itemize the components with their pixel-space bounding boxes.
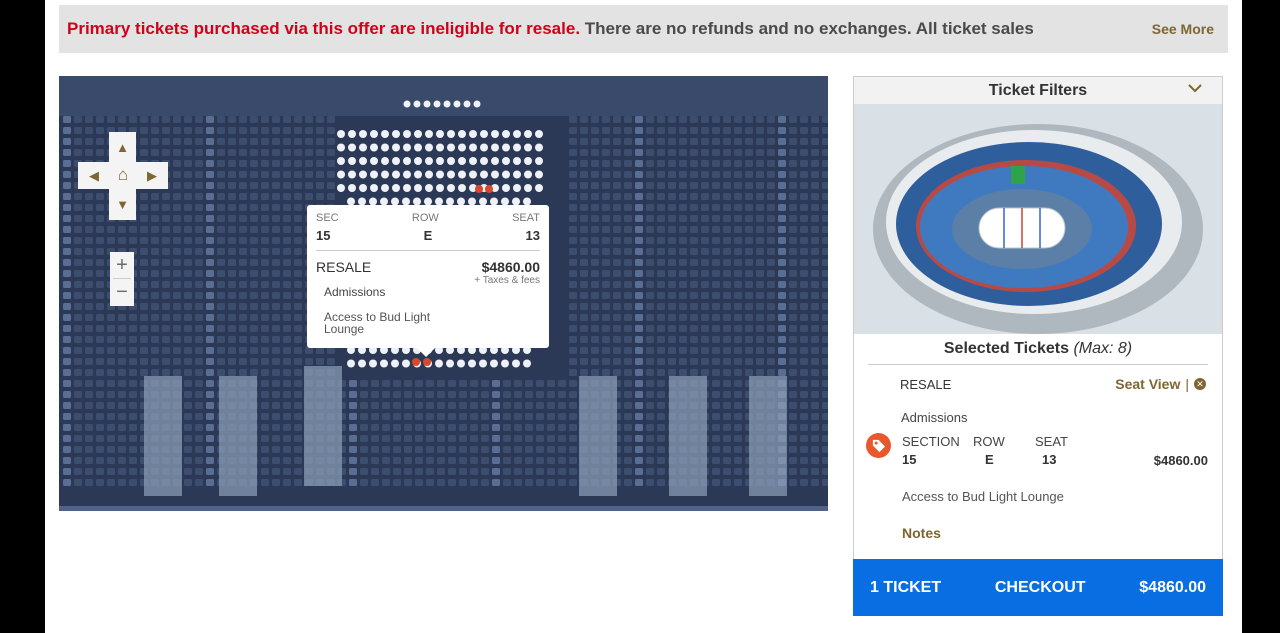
popup-taxes: + Taxes & fees: [474, 275, 540, 286]
popup-row-value: E: [423, 228, 433, 243]
ticket-count: 1 TICKET: [870, 578, 942, 596]
page: Primary tickets purchased via this offer…: [45, 0, 1242, 633]
pan-left-button[interactable]: ◀: [84, 165, 104, 186]
checkout-button[interactable]: 1 TICKET CHECKOUT $4860.00: [853, 559, 1223, 616]
popup-row-label: ROW: [411, 212, 439, 224]
popup-price: $4860.00: [481, 259, 540, 275]
zoom-controls: + −: [110, 252, 134, 306]
pan-right-button[interactable]: ▶: [142, 165, 162, 186]
checkout-label: CHECKOUT: [994, 578, 1086, 596]
seat-map[interactable]: ▲ ◀ ⌂ ▶ ▼ + − SEC ROW SEAT 15 E 13 RESAL…: [59, 76, 828, 511]
section-label: SECTION: [902, 434, 960, 449]
seat-view-separator: |: [1185, 376, 1189, 392]
chevron-down-icon[interactable]: [1188, 83, 1202, 93]
zoom-in-button[interactable]: +: [110, 252, 134, 278]
popup-seat-label: SEAT: [512, 212, 540, 224]
section-value: 15: [902, 452, 917, 467]
ticket-filters-panel: Ticket Filters Selected Tickets (Max: 8)…: [853, 76, 1223, 616]
pan-up-button[interactable]: ▲: [109, 132, 136, 162]
banner-highlight: Primary tickets purchased via this offer…: [67, 19, 581, 38]
popup-sec-value: 15: [316, 228, 331, 243]
selected-divider: [868, 364, 1208, 365]
seat-popup: SEC ROW SEAT 15 E 13 RESALE $4860.00 Adm…: [307, 205, 549, 357]
popup-location-labels: SEC ROW SEAT: [316, 212, 540, 224]
popup-price-row: RESALE $4860.00: [316, 259, 540, 275]
popup-seat-value: 13: [525, 228, 540, 243]
popup-divider: [316, 250, 540, 251]
popup-access: Access to Bud Light Lounge: [324, 310, 431, 336]
popup-admissions-row: Admissions + Taxes & fees: [316, 275, 540, 299]
row-label: ROW: [973, 434, 1005, 449]
selected-tickets-title: Selected Tickets: [943, 340, 1069, 357]
map-navigation: ▲ ◀ ⌂ ▶ ▼: [78, 132, 168, 220]
pan-down-button[interactable]: ▼: [109, 189, 136, 220]
popup-admissions: Admissions: [324, 285, 386, 299]
remove-icon[interactable]: ✕: [1194, 378, 1206, 390]
ticket-access: Access to Bud Light Lounge: [902, 489, 1064, 504]
popup-sec-label: SEC: [316, 212, 339, 224]
home-icon[interactable]: ⌂: [112, 163, 134, 187]
selected-tickets-heading: Selected Tickets (Max: 8): [854, 340, 1222, 358]
popup-ticket-type: RESALE: [316, 259, 372, 275]
checkout-total: $4860.00: [1139, 578, 1206, 596]
seat-label: SEAT: [1035, 434, 1068, 449]
zoom-out-button[interactable]: −: [110, 279, 134, 305]
section-column: SECTION 15: [902, 434, 960, 467]
ticket-type: RESALE: [900, 377, 952, 392]
seat-value: 13: [1042, 452, 1057, 467]
row-value: E: [985, 452, 994, 467]
ticket-filters-title: Ticket Filters: [988, 81, 1088, 99]
seat-column: SEAT 13: [1035, 434, 1068, 467]
seat-view-label[interactable]: Seat View: [1115, 376, 1180, 392]
ticket-price: $4860.00: [1153, 453, 1208, 468]
notes-link[interactable]: Notes: [902, 525, 941, 541]
arena-overview-map[interactable]: [854, 104, 1222, 334]
banner-body: There are no refunds and no exchanges. A…: [584, 19, 1033, 38]
banner-text: Primary tickets purchased via this offer…: [67, 19, 1033, 39]
see-more-link[interactable]: See More: [1152, 21, 1214, 37]
price-tag-icon: [866, 433, 891, 458]
ticket-filters-header[interactable]: Ticket Filters: [854, 77, 1222, 104]
seat-view-link[interactable]: Seat View | ✕: [1115, 376, 1206, 392]
offer-banner: Primary tickets purchased via this offer…: [59, 5, 1228, 53]
selected-tickets-max: (Max: 8): [1073, 340, 1133, 357]
ticket-admissions: Admissions: [901, 410, 968, 425]
row-column: ROW E: [973, 434, 1005, 467]
popup-location-values: 15 E 13: [316, 224, 540, 243]
